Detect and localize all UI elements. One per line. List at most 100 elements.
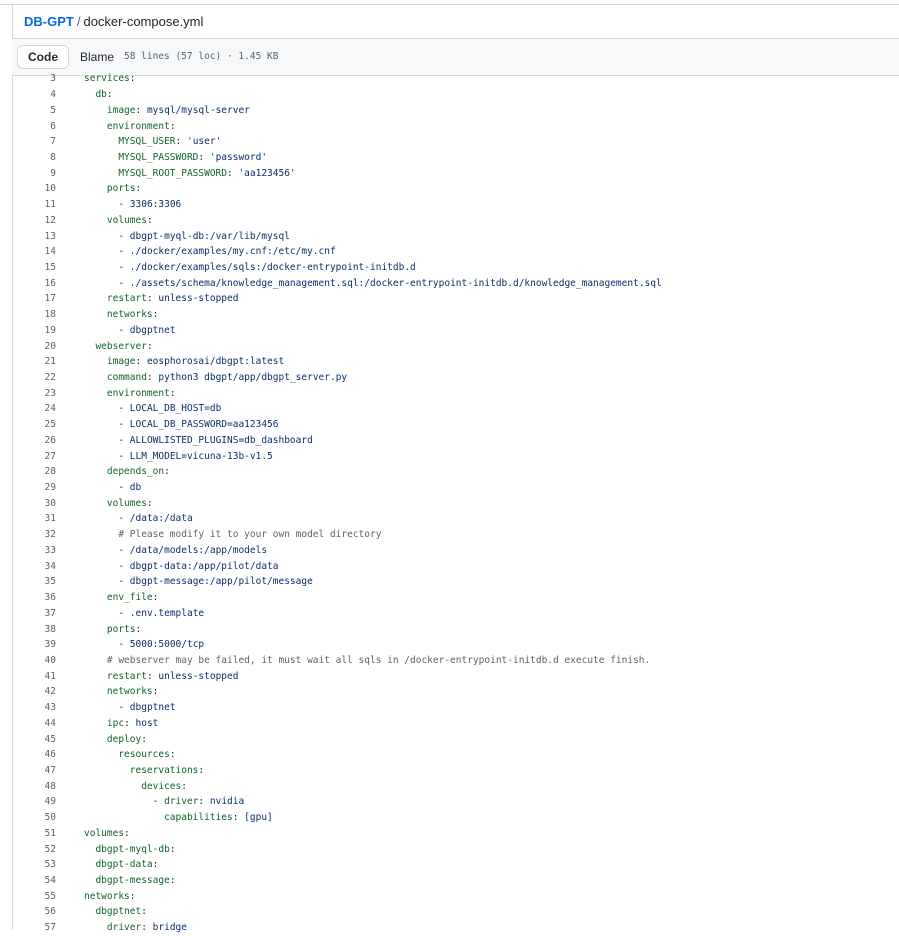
yaml-value: dbgpt-data:/app/pilot/data: [129, 560, 279, 572]
yaml-value: ALLOWLISTED_PLUGINS=db_dashboard: [129, 434, 313, 446]
line-content: MYSQL_USER: 'user': [84, 136, 221, 147]
code-line: 45 deploy:: [13, 731, 899, 747]
line-number[interactable]: 11: [13, 199, 56, 210]
key-separator: :: [232, 812, 245, 824]
line-number[interactable]: 7: [13, 136, 56, 147]
line-number[interactable]: 43: [13, 702, 56, 713]
key-separator: :: [181, 780, 187, 792]
line-number[interactable]: 47: [13, 765, 56, 776]
line-content: ipc: host: [84, 717, 159, 729]
line-number[interactable]: 3: [13, 73, 56, 84]
line-number[interactable]: 42: [13, 686, 56, 697]
line-number[interactable]: 50: [13, 812, 56, 823]
line-number[interactable]: 51: [13, 828, 56, 839]
code-line: 28 depends_on:: [13, 464, 899, 480]
line-number[interactable]: 33: [13, 545, 56, 556]
line-number[interactable]: 34: [13, 561, 56, 572]
line-number[interactable]: 31: [13, 513, 56, 524]
line-content: - dbgptnet: [84, 702, 175, 713]
breadcrumb: DB-GPT / docker-compose.yml: [24, 14, 203, 30]
line-number[interactable]: 46: [13, 749, 56, 760]
line-number[interactable]: 22: [13, 372, 56, 383]
line-content: - ALLOWLISTED_PLUGINS=db_dashboard: [84, 434, 313, 446]
line-content: driver: bridge: [84, 922, 187, 933]
line-number[interactable]: 12: [13, 215, 56, 226]
line-number[interactable]: 10: [13, 183, 56, 194]
code-line: 49 - driver: nvidia: [13, 794, 899, 810]
yaml-value: 5000:5000/tcp: [129, 639, 205, 651]
line-number[interactable]: 14: [13, 246, 56, 257]
line-number[interactable]: 39: [13, 639, 56, 650]
line-number[interactable]: 41: [13, 671, 56, 682]
line-content: - dbgpt-data:/app/pilot/data: [84, 560, 279, 572]
line-number[interactable]: 49: [13, 796, 56, 807]
line-number[interactable]: 53: [13, 859, 56, 870]
line-number[interactable]: 19: [13, 325, 56, 336]
line-number[interactable]: 35: [13, 576, 56, 587]
line-content: - db: [84, 482, 141, 493]
line-number[interactable]: 25: [13, 419, 56, 430]
line-number[interactable]: 52: [13, 844, 56, 855]
line-number[interactable]: 55: [13, 891, 56, 902]
line-number[interactable]: 6: [13, 121, 56, 132]
yaml-key: networks: [84, 890, 130, 902]
yaml-value: 'user': [186, 136, 222, 148]
line-number[interactable]: 27: [13, 451, 56, 462]
line-number[interactable]: 32: [13, 529, 56, 540]
line-number[interactable]: 56: [13, 906, 56, 917]
line-number[interactable]: 48: [13, 781, 56, 792]
line-number[interactable]: 36: [13, 592, 56, 603]
file-info: 58 lines (57 loc) · 1.45 KB: [124, 51, 279, 62]
yaml-value: host: [135, 717, 159, 729]
yaml-value: dbgpt-myql-db:/var/lib/mysql: [129, 230, 290, 242]
line-number[interactable]: 38: [13, 624, 56, 635]
line-content: - LLM_MODEL=vicuna-13b-v1.5: [84, 451, 272, 462]
line-number[interactable]: 26: [13, 435, 56, 446]
code-line: 56 dbgptnet:: [13, 904, 899, 920]
yaml-key: restart: [106, 293, 147, 305]
yaml-key: capabilities: [164, 812, 233, 824]
line-content: - ./docker/examples/my.cnf:/etc/my.cnf: [84, 246, 335, 257]
line-number[interactable]: 18: [13, 309, 56, 320]
line-number[interactable]: 44: [13, 718, 56, 729]
line-number[interactable]: 30: [13, 498, 56, 509]
line-number[interactable]: 8: [13, 152, 56, 163]
line-number[interactable]: 5: [13, 105, 56, 116]
line-number[interactable]: 54: [13, 875, 56, 886]
line-number[interactable]: 57: [13, 922, 56, 933]
tab-blame[interactable]: Blame: [69, 45, 125, 69]
line-number[interactable]: 40: [13, 655, 56, 666]
line-number[interactable]: 13: [13, 231, 56, 242]
line-number[interactable]: 23: [13, 388, 56, 399]
line-number[interactable]: 4: [13, 89, 56, 100]
line-number[interactable]: 24: [13, 403, 56, 414]
line-number[interactable]: 9: [13, 168, 56, 179]
tab-code[interactable]: Code: [17, 45, 69, 69]
line-number[interactable]: 21: [13, 356, 56, 367]
line-number[interactable]: 15: [13, 262, 56, 273]
line-content: restart: unless-stopped: [84, 293, 239, 305]
line-number[interactable]: 16: [13, 278, 56, 289]
yaml-key: environment: [106, 387, 170, 399]
line-number[interactable]: 45: [13, 734, 56, 745]
breadcrumb-repo-link[interactable]: DB-GPT: [24, 14, 74, 29]
line-number[interactable]: 20: [13, 341, 56, 352]
line-number[interactable]: 37: [13, 608, 56, 619]
key-separator: :: [141, 906, 147, 918]
key-separator: :: [124, 717, 136, 729]
line-number[interactable]: 28: [13, 466, 56, 477]
line-number[interactable]: 17: [13, 293, 56, 304]
code-line: 18 networks:: [13, 307, 899, 323]
yaml-value: 'aa123456': [238, 167, 296, 179]
line-number[interactable]: 29: [13, 482, 56, 493]
line-content: - /data:/data: [84, 513, 192, 524]
